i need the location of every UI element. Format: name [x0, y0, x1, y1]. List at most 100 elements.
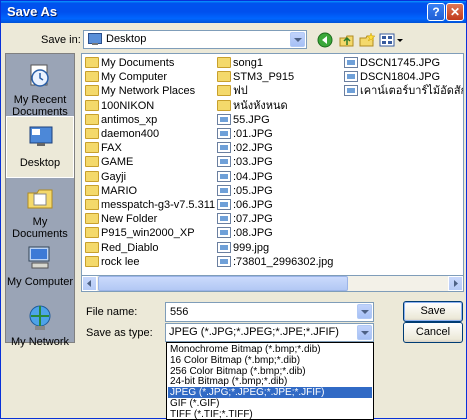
file-name-text: STM3_P915	[233, 71, 295, 84]
type-option[interactable]: TIFF (*.TIF;*.TIFF)	[168, 409, 372, 420]
back-icon[interactable]	[315, 31, 335, 49]
file-item[interactable]: ฟป	[217, 84, 248, 98]
file-item[interactable]: :06.JPG	[217, 198, 273, 212]
file-item[interactable]: song1	[217, 56, 263, 70]
file-item[interactable]: :07.JPG	[217, 212, 273, 226]
file-item[interactable]: messpatch-g3-v7.5.311	[85, 198, 215, 212]
file-item[interactable]: New Folder	[85, 212, 157, 226]
file-name-text: My Documents	[101, 57, 175, 69]
view-menu-icon[interactable]	[378, 31, 404, 49]
folder-icon	[217, 99, 231, 111]
file-name-text: หนังหังหนด	[233, 99, 288, 112]
place-my-documents[interactable]: My Documents	[6, 178, 74, 240]
file-name-text: :06.JPG	[233, 199, 273, 211]
save-as-type-combo[interactable]: JPEG (*.JPG;*.JPEG;*.JPE;*.JFIF)	[165, 323, 374, 342]
file-item[interactable]: 55.JPG	[217, 113, 270, 127]
help-button[interactable]: ?	[427, 3, 445, 21]
type-option[interactable]: 256 Color Bitmap (*.bmp;*.dib)	[168, 366, 372, 377]
file-item[interactable]: daemon400	[85, 127, 159, 141]
file-item[interactable]: 999.jpg	[217, 241, 269, 255]
scroll-left-button[interactable]	[82, 276, 97, 291]
file-item[interactable]: :03.JPG	[217, 155, 273, 169]
folder-icon	[85, 128, 99, 139]
type-option[interactable]: JPEG (*.JPG;*.JPEG;*.JPE;*.JFIF)	[168, 387, 372, 399]
place-my-computer[interactable]: My Computer	[6, 238, 74, 300]
image-file-icon	[344, 85, 358, 97]
network-places-icon	[85, 85, 99, 97]
file-name-input[interactable]: 556	[165, 302, 374, 322]
file-name-dropdown[interactable]	[356, 303, 373, 322]
file-item[interactable]: :08.JPG	[217, 226, 273, 240]
file-item[interactable]: STM3_P915	[217, 70, 294, 84]
my-network-icon	[29, 305, 51, 330]
file-name-text: DSCN1804.JPG	[360, 71, 441, 84]
save-button[interactable]: Save	[403, 301, 463, 322]
chevron-down-icon[interactable]	[357, 304, 372, 319]
place-label: My Network	[10, 336, 70, 348]
file-item[interactable]: Gayji	[85, 170, 126, 184]
file-item[interactable]: GAME	[85, 155, 133, 169]
place-my-network[interactable]: My Network	[6, 298, 74, 360]
file-item[interactable]: :02.JPG	[217, 141, 273, 155]
file-item[interactable]: DSCN1804.JPG	[344, 70, 440, 84]
save-as-type-dropdown[interactable]: Monochrome Bitmap (*.bmp;*.dib) 16 Color …	[166, 342, 374, 420]
type-option[interactable]: 16 Color Bitmap (*.bmp;*.dib)	[168, 355, 372, 366]
type-option[interactable]: GIF (*.GIF)	[168, 398, 372, 409]
file-name-text: P915_win2000_XP	[101, 227, 195, 240]
file-item[interactable]: หนังหังหนด	[217, 99, 288, 113]
folder-icon	[217, 57, 231, 68]
file-item[interactable]: My Computer	[85, 70, 167, 84]
desktop-icon	[29, 126, 53, 146]
chevron-down-icon[interactable]	[357, 325, 372, 340]
file-item[interactable]: FAX	[85, 141, 122, 155]
image-file-icon	[217, 184, 231, 196]
file-item[interactable]: :05.JPG	[217, 184, 273, 198]
folder-icon	[85, 227, 99, 239]
scrollbar-thumb[interactable]	[98, 276, 348, 291]
chevron-down-icon[interactable]	[290, 32, 305, 47]
file-item[interactable]: MARIO	[85, 184, 137, 198]
file-item[interactable]: Red_Diablo	[85, 241, 158, 255]
save-in-value: Desktop	[106, 33, 147, 45]
file-name-text: 55.JPG	[233, 113, 270, 126]
my-computer-icon	[85, 71, 99, 83]
close-button[interactable]: ✕	[446, 3, 464, 21]
place-desktop[interactable]: Desktop	[6, 116, 74, 178]
my-documents-icon	[27, 189, 53, 209]
file-name-text: My Network Places	[101, 85, 196, 98]
up-one-level-icon[interactable]	[337, 31, 357, 49]
file-item[interactable]: :73801_2996302.jpg	[217, 255, 333, 269]
image-file-icon	[217, 227, 231, 239]
title-bar[interactable]: Save As ? ✕	[1, 1, 466, 23]
folder-icon	[85, 184, 99, 196]
image-file-icon	[217, 170, 231, 182]
folder-icon	[85, 156, 99, 168]
folder-icon	[85, 170, 99, 182]
file-item[interactable]: 100NIKON	[85, 99, 154, 113]
type-option[interactable]: 24-bit Bitmap (*.bmp;*.dib)	[168, 376, 372, 387]
folder-icon	[85, 241, 99, 253]
place-my-recent-documents[interactable]: My Recent Documents	[6, 56, 74, 118]
file-item[interactable]: rock lee	[85, 255, 140, 269]
file-item[interactable]: P915_win2000_XP	[85, 226, 195, 240]
file-name-text: FAX	[101, 142, 122, 155]
file-item[interactable]: เคาน์เตอร์บาร์ไม้อัดสัก.JP	[344, 84, 463, 98]
my-documents-icon	[85, 57, 99, 68]
save-in-combo[interactable]: Desktop	[83, 30, 307, 49]
file-name-text: antimos_xp	[101, 113, 158, 126]
cancel-button[interactable]: Cancel	[403, 322, 463, 343]
file-item[interactable]: My Network Places	[85, 84, 195, 98]
new-folder-icon[interactable]	[357, 31, 377, 49]
file-item[interactable]: :04.JPG	[217, 170, 273, 184]
scroll-right-button[interactable]	[448, 276, 463, 291]
file-name-text: :01.JPG	[233, 128, 273, 140]
file-item[interactable]: antimos_xp	[85, 113, 157, 127]
file-name-value: 556	[170, 306, 189, 318]
file-list[interactable]: My Documents My Computer My Network Places…	[81, 53, 464, 292]
file-item[interactable]: DSCN1745.JPG	[344, 56, 440, 70]
file-item[interactable]: My Documents	[85, 56, 174, 70]
file-name-text: DSCN1745.JPG	[360, 57, 441, 69]
file-item[interactable]: :01.JPG	[217, 127, 273, 141]
type-option[interactable]: Monochrome Bitmap (*.bmp;*.dib)	[168, 344, 372, 355]
horizontal-scrollbar[interactable]	[81, 275, 464, 292]
